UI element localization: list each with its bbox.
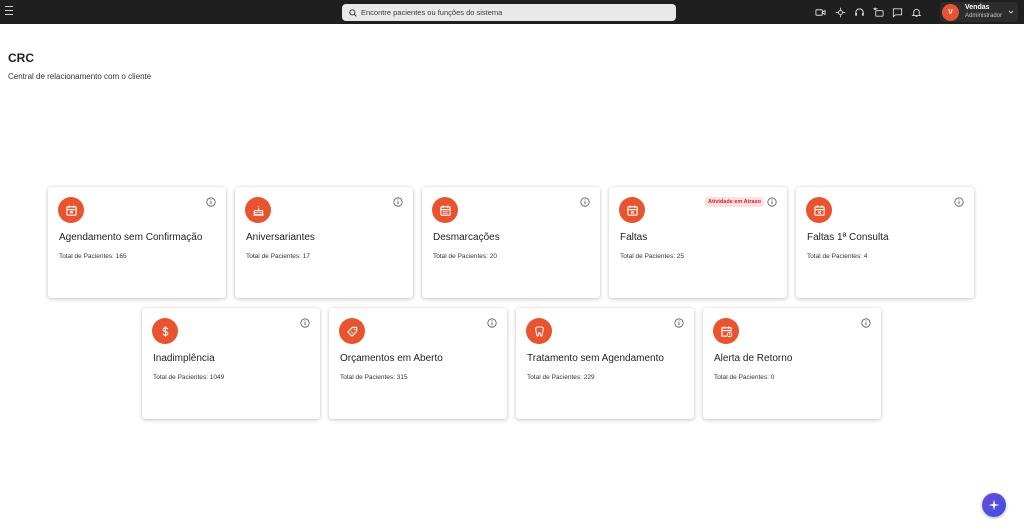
search-bar[interactable] [342, 4, 676, 21]
user-name: Vendas [965, 4, 990, 11]
info-icon[interactable] [767, 197, 777, 207]
card-count: Total de Pacientes: 315 [340, 374, 408, 381]
info-icon[interactable] [674, 318, 684, 328]
card-title: Faltas [620, 232, 648, 243]
card-title: Faltas 1ª Consulta [807, 232, 889, 243]
card-count: Total de Pacientes: 229 [527, 374, 595, 381]
page-subtitle: Central de relacionamento com o cliente [8, 72, 152, 81]
page-title: CRC [8, 51, 34, 65]
card-title: Tratamento sem Agendamento [527, 353, 664, 364]
search-icon [349, 8, 357, 17]
info-icon[interactable] [861, 318, 871, 328]
assistant-fab[interactable] [982, 493, 1006, 517]
card-title: Alerta de Retorno [714, 353, 793, 364]
sparkle-icon [988, 499, 1000, 511]
card-count: Total de Pacientes: 1049 [153, 374, 225, 381]
calendar-x-icon [806, 197, 832, 223]
card-count: Total de Pacientes: 4 [807, 253, 868, 260]
video-icon[interactable] [814, 6, 826, 18]
card-desmarcacoes[interactable]: Desmarcações Total de Pacientes: 20 [422, 187, 600, 298]
calendar-grid-icon [432, 197, 458, 223]
cake-icon [245, 197, 271, 223]
sparkle-icon[interactable] [834, 6, 846, 18]
card-faltas[interactable]: Atividade em Atraso Faltas Total de Paci… [609, 187, 787, 298]
card-title: Orçamentos em Aberto [340, 353, 443, 364]
card-title: Aniversariantes [246, 232, 315, 243]
card-faltas-primeira-consulta[interactable]: Faltas 1ª Consulta Total de Pacientes: 4 [796, 187, 974, 298]
card-agendamento-sem-confirmacao[interactable]: Agendamento sem Confirmação Total de Pac… [48, 187, 226, 298]
card-count: Total de Pacientes: 20 [433, 253, 497, 260]
card-title: Desmarcações [433, 232, 500, 243]
user-role: Administrador [965, 13, 1003, 19]
search-input[interactable] [361, 8, 661, 17]
card-title: Agendamento sem Confirmação [59, 232, 203, 243]
headset-icon[interactable] [853, 6, 865, 18]
transfer-icon[interactable] [872, 6, 884, 18]
card-alerta-de-retorno[interactable]: Alerta de Retorno Total de Pacientes: 0 [703, 308, 881, 419]
dollar-icon [152, 318, 178, 344]
info-icon[interactable] [580, 197, 590, 207]
tooth-icon [526, 318, 552, 344]
card-count: Total de Pacientes: 0 [714, 374, 775, 381]
chevron-down-icon [1008, 10, 1014, 14]
info-icon[interactable] [393, 197, 403, 207]
card-count: Total de Pacientes: 17 [246, 253, 310, 260]
calendar-clock-icon [713, 318, 739, 344]
tag-icon [339, 318, 365, 344]
card-tratamento-sem-agendamento[interactable]: Tratamento sem Agendamento Total de Paci… [516, 308, 694, 419]
calendar-icon [58, 197, 84, 223]
menu-icon[interactable] [5, 6, 13, 18]
avatar: V [942, 3, 959, 21]
info-icon[interactable] [487, 318, 497, 328]
info-icon[interactable] [206, 197, 216, 207]
chat-icon[interactable] [891, 6, 903, 18]
bell-icon[interactable] [910, 6, 922, 18]
card-orcamentos-em-aberto[interactable]: Orçamentos em Aberto Total de Pacientes:… [329, 308, 507, 419]
info-icon[interactable] [954, 197, 964, 207]
user-menu[interactable]: V Vendas Administrador [940, 2, 1018, 22]
top-bar: V Vendas Administrador [0, 0, 1024, 24]
card-count: Total de Pacientes: 25 [620, 253, 684, 260]
status-badge: Atividade em Atraso [705, 197, 764, 207]
card-inadimplencia[interactable]: Inadimplência Total de Pacientes: 1049 [142, 308, 320, 419]
info-icon[interactable] [300, 318, 310, 328]
calendar-x-icon [619, 197, 645, 223]
card-aniversariantes[interactable]: Aniversariantes Total de Pacientes: 17 [235, 187, 413, 298]
card-title: Inadimplência [153, 353, 215, 364]
card-count: Total de Pacientes: 165 [59, 253, 127, 260]
